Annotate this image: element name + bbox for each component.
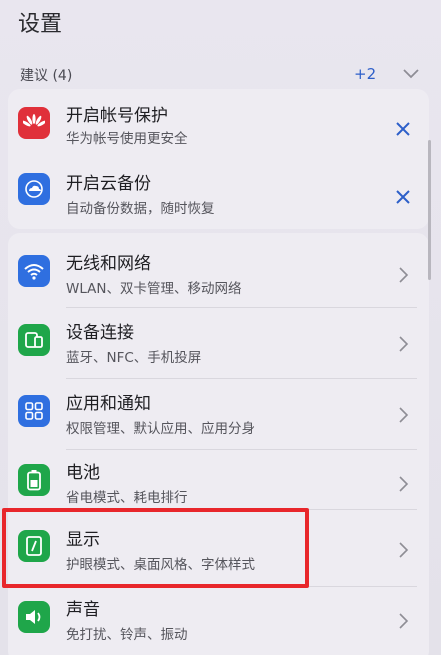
suggestions-header[interactable]: 建议 (4) +2	[0, 54, 441, 92]
settings-item-sub: WLAN、双卡管理、移动网络	[66, 281, 242, 297]
settings-item-device-connection[interactable]: 设备连接 蓝牙、NFC、手机投屏	[8, 308, 429, 378]
scrollbar[interactable]	[428, 140, 431, 280]
cloud-backup-icon	[18, 173, 50, 205]
suggestion-sub: 华为帐号使用更安全	[66, 131, 188, 147]
chevron-right-icon	[399, 267, 409, 283]
settings-list: 无线和网络 WLAN、双卡管理、移动网络 设备连接 蓝牙、NFC、手机投屏 应用…	[8, 233, 429, 655]
chevron-right-icon	[399, 476, 409, 492]
settings-item-label: 无线和网络	[66, 254, 151, 274]
chevron-right-icon	[399, 407, 409, 423]
page-title: 设置	[18, 12, 63, 37]
settings-item-apps-notifications[interactable]: 应用和通知 权限管理、默认应用、应用分身	[8, 379, 429, 449]
settings-item-wireless-network[interactable]: 无线和网络 WLAN、双卡管理、移动网络	[8, 237, 429, 307]
settings-item-sub: 免打扰、铃声、振动	[66, 627, 188, 643]
apps-grid-icon	[18, 395, 50, 427]
suggestion-item-account-protection[interactable]: 开启帐号保护 华为帐号使用更安全	[8, 89, 429, 159]
highlight-box-display	[2, 508, 309, 588]
battery-icon	[18, 464, 50, 496]
settings-item-sub: 权限管理、默认应用、应用分身	[66, 421, 255, 437]
device-connection-icon	[18, 324, 50, 356]
close-icon[interactable]	[393, 187, 413, 207]
suggestion-item-cloud-backup[interactable]: 开启云备份 自动备份数据，随时恢复	[8, 159, 429, 229]
suggestions-card: 开启帐号保护 华为帐号使用更安全 开启云备份 自动备份数据，随时恢复	[8, 89, 429, 229]
speaker-icon	[18, 601, 50, 633]
chevron-right-icon	[399, 336, 409, 352]
chevron-right-icon	[399, 542, 409, 558]
suggestions-more-count[interactable]: +2	[354, 65, 376, 83]
settings-item-label: 应用和通知	[66, 394, 151, 414]
wifi-icon	[18, 255, 50, 287]
suggestions-title: 建议 (4)	[20, 68, 73, 84]
close-icon[interactable]	[393, 119, 413, 139]
chevron-right-icon	[399, 613, 409, 629]
settings-item-label: 电池	[66, 463, 100, 483]
settings-screen: 设置 建议 (4) +2 开启帐号保护 华为帐号使用更安全 开启云备份 自动备份…	[0, 0, 441, 655]
suggestion-label: 开启帐号保护	[66, 106, 168, 126]
settings-item-label: 声音	[66, 600, 100, 620]
suggestion-label: 开启云备份	[66, 174, 151, 194]
settings-item-sub: 蓝牙、NFC、手机投屏	[66, 350, 202, 366]
settings-item-sub: 省电模式、耗电排行	[66, 490, 188, 506]
chevron-down-icon[interactable]	[402, 66, 420, 80]
suggestion-sub: 自动备份数据，随时恢复	[66, 201, 215, 217]
settings-item-sound[interactable]: 声音 免打扰、铃声、振动	[8, 587, 429, 655]
settings-item-label: 设备连接	[66, 323, 134, 343]
huawei-logo-icon	[18, 107, 50, 139]
